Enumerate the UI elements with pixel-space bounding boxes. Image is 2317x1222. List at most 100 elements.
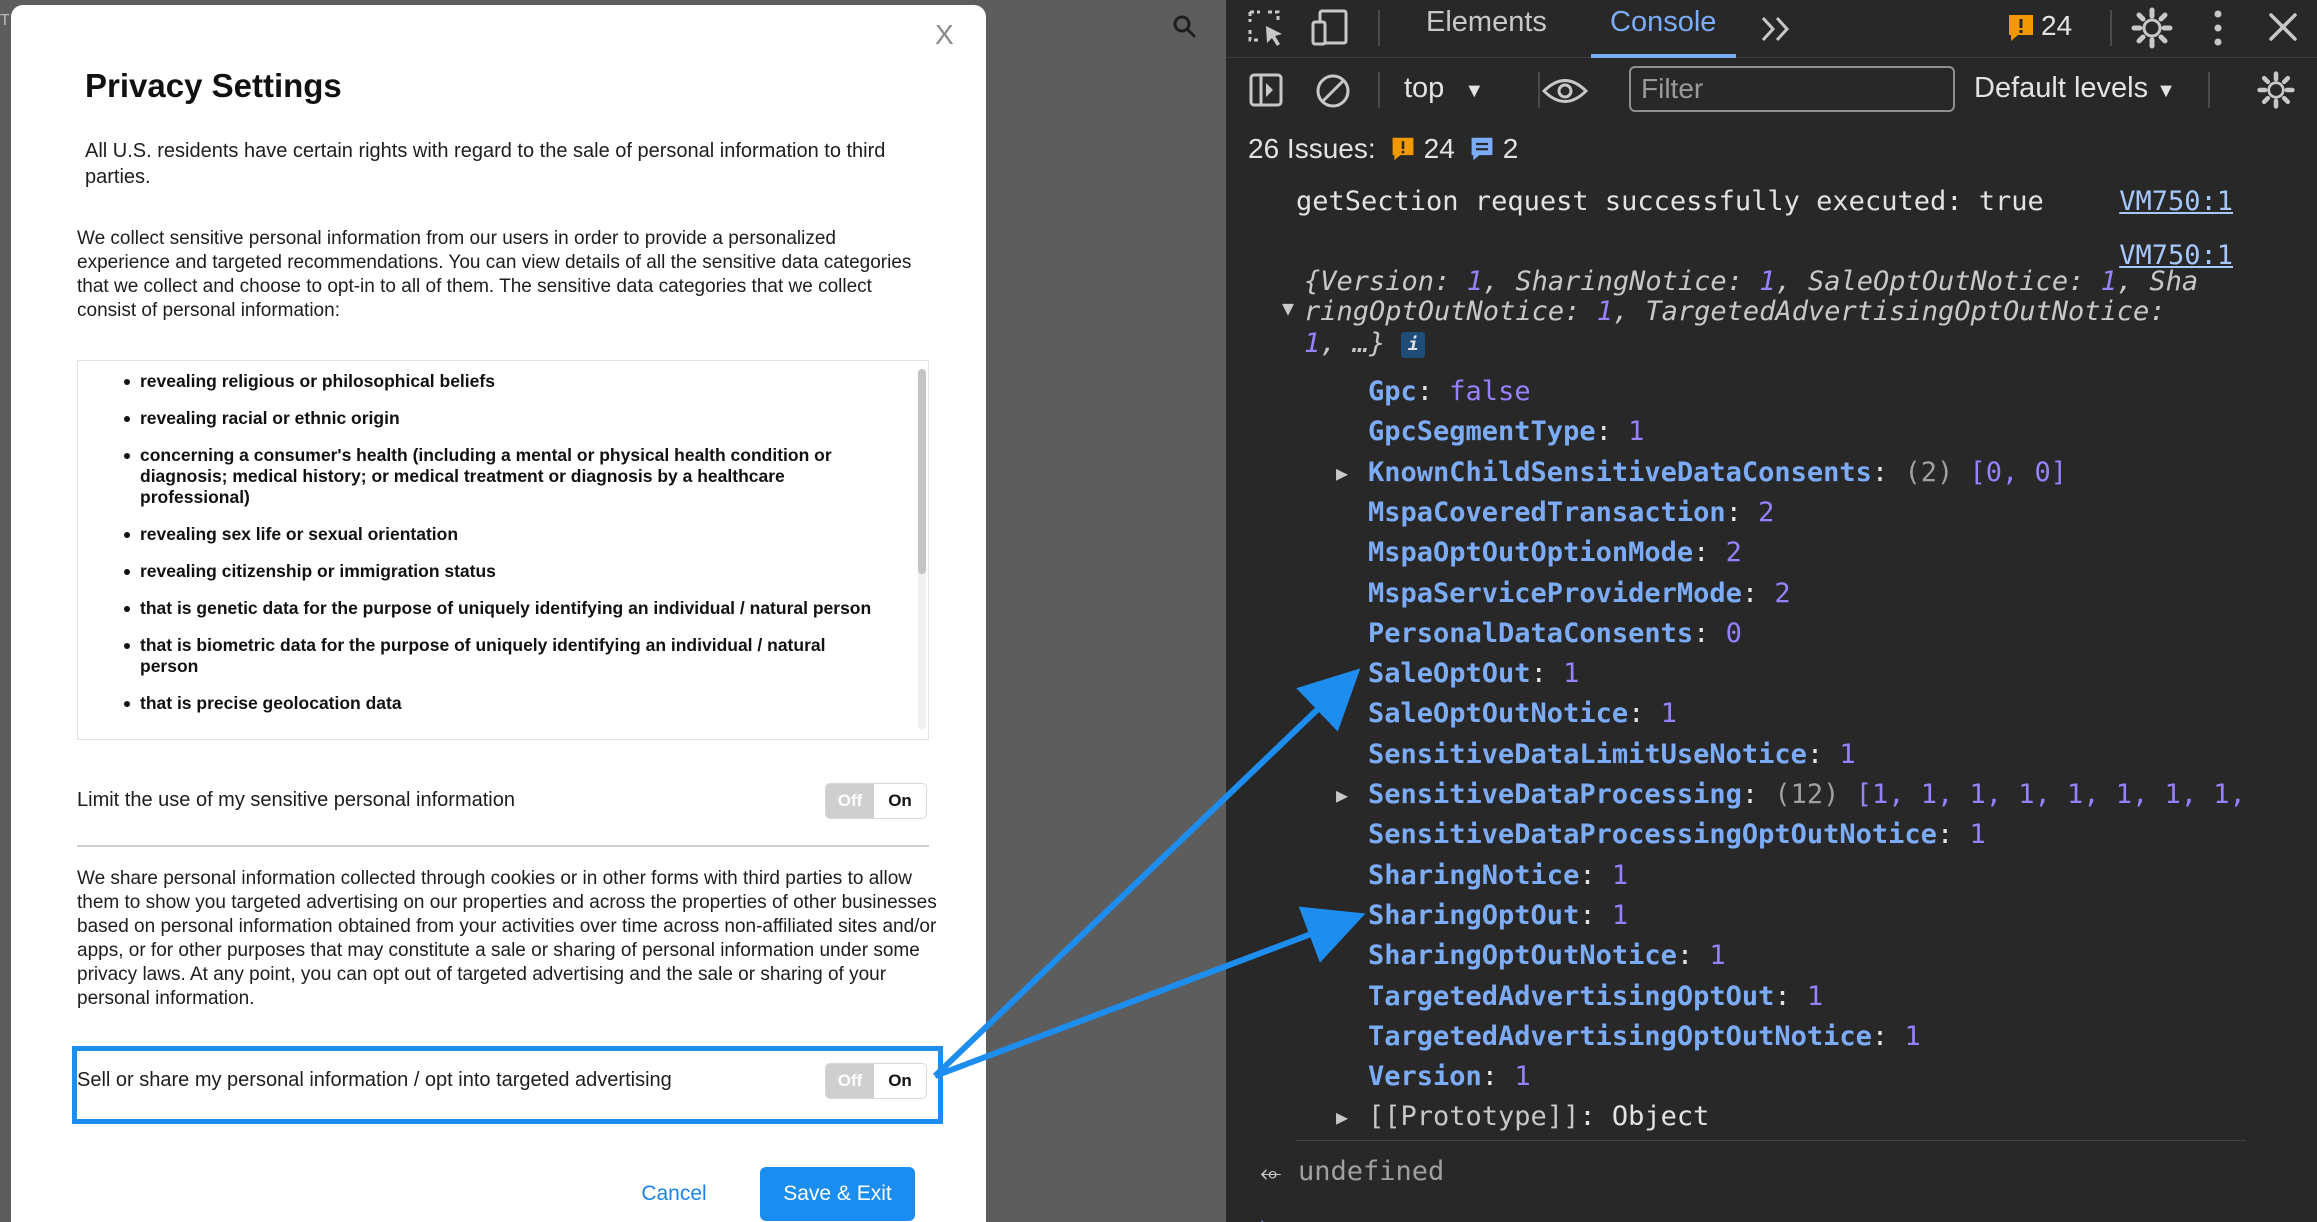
property-value: 1 bbox=[1514, 1061, 1531, 1093]
sidebar-toggle-icon[interactable] bbox=[1248, 72, 1284, 108]
category-item: that is genetic data for the purpose of … bbox=[124, 598, 888, 619]
category-item: that is biometric data for the purpose o… bbox=[124, 635, 888, 677]
console-settings-gear-icon[interactable] bbox=[2256, 70, 2296, 110]
expand-triangle-icon[interactable]: ▶ bbox=[1336, 461, 1348, 485]
preview-key: ringOptOutNotice bbox=[1304, 296, 1565, 327]
tab-console[interactable]: Console bbox=[1610, 6, 1716, 39]
property-key: Version bbox=[1368, 1061, 1482, 1093]
property-row[interactable]: SaleOptOut: 1 bbox=[1368, 658, 1579, 689]
toggle-off-option[interactable]: Off bbox=[826, 784, 874, 818]
category-item: revealing sex life or sexual orientation bbox=[124, 524, 888, 545]
property-row[interactable]: SharingNotice: 1 bbox=[1368, 860, 1628, 891]
categories-scrollbar[interactable] bbox=[918, 369, 926, 729]
property-key: SensitiveDataProcessing bbox=[1368, 779, 1742, 810]
info-badge-icon: i bbox=[1401, 331, 1426, 358]
property-value: 1 bbox=[1904, 1020, 1921, 1052]
property-value: 1 bbox=[1839, 738, 1856, 770]
issue-count-badge[interactable]: 24 bbox=[2041, 10, 2072, 42]
property-key: MspaCoveredTransaction bbox=[1368, 496, 1726, 528]
preview-key: SharingNotice bbox=[1515, 266, 1727, 297]
property-row[interactable]: MspaServiceProviderMode: 2 bbox=[1368, 578, 1791, 609]
property-value: 2 bbox=[1758, 496, 1775, 528]
property-key: PersonalDataConsents bbox=[1368, 617, 1694, 649]
property-row[interactable]: Version: 1 bbox=[1368, 1061, 1531, 1092]
sharing-explanation-text: We share personal information collected … bbox=[77, 868, 937, 1009]
property-row[interactable]: Gpc: false bbox=[1368, 376, 1531, 407]
inspect-element-icon[interactable] bbox=[1246, 8, 1286, 48]
toggle-on-option[interactable]: On bbox=[874, 784, 926, 818]
limit-sensitive-toggle[interactable]: Off On bbox=[825, 783, 927, 819]
property-value: 1 bbox=[1611, 899, 1629, 931]
property-count: (12) bbox=[1774, 779, 1840, 810]
preview-tail: , …} bbox=[1320, 328, 1386, 359]
category-item: that is precise geolocation data bbox=[124, 693, 888, 714]
console-toolbar: top ▼ Default levels ▼ bbox=[1226, 58, 2317, 124]
object-preview-line: ringOptOutNotice: 1, TargetedAdvertising… bbox=[1304, 296, 2166, 327]
property-value: false bbox=[1449, 376, 1531, 407]
save-exit-button[interactable]: Save & Exit bbox=[760, 1167, 915, 1221]
preview-value: 1 bbox=[2100, 266, 2117, 297]
property-value: 1 bbox=[1628, 416, 1645, 448]
property-row[interactable]: SharingOptOutNotice: 1 bbox=[1368, 940, 1726, 971]
context-selector-label: top bbox=[1404, 72, 1445, 104]
console-filter-input[interactable] bbox=[1629, 66, 1955, 112]
search-icon[interactable] bbox=[1170, 12, 1200, 42]
expand-triangle-icon[interactable]: ▶ bbox=[1336, 1105, 1348, 1129]
warning-count: 24 bbox=[1423, 133, 1455, 164]
device-toolbar-icon[interactable] bbox=[1310, 8, 1354, 48]
property-key: [[Prototype]] bbox=[1368, 1101, 1580, 1133]
console-divider bbox=[1296, 1140, 2246, 1141]
property-row[interactable]: SaleOptOutNotice: 1 bbox=[1368, 698, 1677, 729]
property-row[interactable]: MspaOptOutOptionMode: 2 bbox=[1368, 537, 1742, 568]
modal-title: Privacy Settings bbox=[85, 67, 342, 104]
object-preview-line: 1, …} i bbox=[1304, 328, 1426, 359]
chevron-down-icon: ▼ bbox=[2156, 80, 2176, 102]
log-levels-dropdown[interactable]: Default levels ▼ bbox=[1974, 72, 2176, 105]
toolbar-separator bbox=[2110, 10, 2112, 46]
categories-scrollbar-thumb[interactable] bbox=[918, 369, 926, 574]
brace: { bbox=[1304, 266, 1321, 297]
expand-triangle-icon[interactable]: ▶ bbox=[1336, 783, 1348, 807]
property-row[interactable]: KnownChildSensitiveDataConsents: (2) [0,… bbox=[1368, 457, 2067, 488]
context-selector[interactable]: top ▼ bbox=[1404, 72, 1484, 105]
expand-triangle-icon: ▼ bbox=[1282, 296, 1295, 320]
property-row[interactable]: SharingOptOut: 1 bbox=[1368, 900, 1628, 931]
more-options-icon[interactable] bbox=[2210, 6, 2226, 50]
property-value: 1 bbox=[1611, 859, 1629, 891]
property-key: MspaOptOutOptionMode bbox=[1368, 537, 1694, 569]
property-row[interactable]: MspaCoveredTransaction: 2 bbox=[1368, 497, 1774, 528]
property-row[interactable]: SensitiveDataProcessingOptOutNotice: 1 bbox=[1368, 819, 1986, 850]
property-key: SharingOptOutNotice bbox=[1368, 940, 1677, 972]
issues-bar[interactable]: 26 Issues: 24 2 bbox=[1248, 133, 1518, 165]
sensitive-categories-box[interactable]: revealing religious or philosophical bel… bbox=[77, 360, 929, 740]
property-row[interactable]: PersonalDataConsents: 0 bbox=[1368, 618, 1742, 649]
property-row[interactable]: TargetedAdvertisingOptOutNotice: 1 bbox=[1368, 1021, 1921, 1052]
property-value: 1 bbox=[1806, 980, 1824, 1012]
property-row[interactable]: TargetedAdvertisingOptOut: 1 bbox=[1368, 981, 1823, 1012]
close-devtools-icon[interactable] bbox=[2266, 10, 2300, 44]
log-levels-label: Default levels bbox=[1974, 72, 2149, 104]
console-prompt-icon[interactable]: › bbox=[1256, 1210, 1272, 1222]
property-key: SaleOptOutNotice bbox=[1368, 698, 1629, 730]
limit-sensitive-label: Limit the use of my sensitive personal i… bbox=[77, 789, 515, 811]
privacy-settings-modal: X Privacy Settings All U.S. residents ha… bbox=[11, 5, 986, 1222]
console-output: getSection request successfully executed… bbox=[1226, 180, 2317, 1222]
property-row[interactable]: GpcSegmentType: 1 bbox=[1368, 416, 1644, 447]
property-row[interactable]: [[Prototype]]: Object bbox=[1368, 1101, 1709, 1132]
more-tabs-icon[interactable] bbox=[1759, 14, 1795, 44]
cancel-button[interactable]: Cancel bbox=[619, 1169, 729, 1219]
tab-elements[interactable]: Elements bbox=[1426, 6, 1547, 39]
property-key: SharingOptOut bbox=[1368, 899, 1580, 931]
modal-intro-text: All U.S. residents have certain rights w… bbox=[85, 140, 886, 188]
warning-issues-icon[interactable] bbox=[2006, 12, 2036, 44]
property-value: 2 bbox=[1725, 537, 1742, 569]
source-link[interactable]: VM750:1 bbox=[2119, 186, 2233, 217]
property-row[interactable]: SensitiveDataLimitUseNotice: 1 bbox=[1368, 739, 1856, 770]
live-expression-eye-icon[interactable] bbox=[1540, 76, 1590, 106]
clear-console-icon[interactable] bbox=[1314, 72, 1352, 110]
chevron-down-icon: ▼ bbox=[1464, 80, 1485, 102]
close-button[interactable]: X bbox=[935, 19, 954, 51]
preview-key: Version bbox=[1320, 266, 1435, 297]
settings-gear-icon[interactable] bbox=[2130, 6, 2174, 50]
property-row[interactable]: SensitiveDataProcessing: (12) [1, 1, 1, … bbox=[1368, 779, 2246, 810]
